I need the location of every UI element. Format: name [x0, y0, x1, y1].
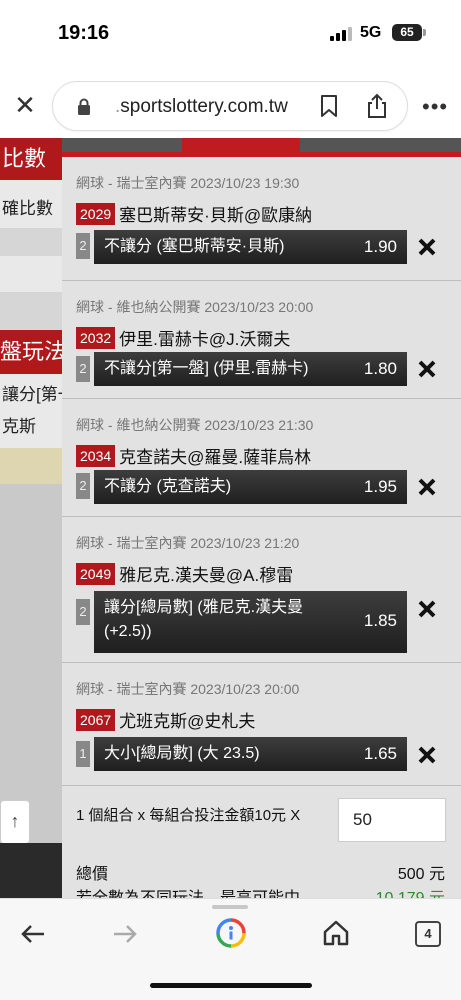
- lp-image: [0, 843, 62, 898]
- signal-icon: [330, 27, 352, 41]
- match-row: 2049 雅尼克.漢夫曼@A.穆雷: [76, 561, 293, 585]
- battery-cap: [423, 29, 426, 36]
- remove-icon[interactable]: [418, 600, 436, 618]
- bet-item: 網球 - 瑞士室內賽 2023/10/23 21:20 2049 雅尼克.漢夫曼@…: [62, 517, 461, 663]
- lock-icon: [78, 98, 90, 115]
- status-time: 19:16: [58, 22, 110, 44]
- selection-odds: 1.90: [363, 237, 397, 256]
- selection-count: 1: [76, 741, 90, 767]
- back-icon[interactable]: [20, 923, 46, 945]
- total-label: 總價: [76, 866, 109, 883]
- match-number: 2049: [76, 562, 116, 585]
- bet-item: 網球 - 維也納公開賽 2023/10/23 21:30 2034 克查諾夫@羅曼…: [62, 399, 461, 517]
- match-number: 2067: [76, 708, 116, 731]
- selection-label: 不讓分 (克查諾夫): [104, 478, 232, 495]
- total-value: 500 元: [397, 866, 445, 883]
- toolbar-handle: [212, 905, 248, 909]
- bet-item: 網球 - 瑞士室內賽 2023/10/23 19:30 2029 塞巴斯蒂安·貝斯…: [62, 157, 461, 281]
- bet-item: 網球 - 維也納公開賽 2023/10/23 20:00 2032 伊里.雷赫卡@…: [62, 281, 461, 399]
- selection-odds: 1.65: [363, 744, 397, 763]
- match-name: 尤班克斯@史札夫: [119, 712, 256, 731]
- background-page: 比數 確比數 盤玩法 讓分[第一 克斯 ↑: [0, 138, 62, 898]
- selection-count: 2: [76, 233, 90, 259]
- selection-box[interactable]: 大小[總局數] (大 23.5) 1.65: [94, 737, 407, 771]
- remove-icon[interactable]: [418, 478, 436, 496]
- remove-icon[interactable]: [418, 360, 436, 378]
- match-row: 2032 伊里.雷赫卡@J.沃爾夫: [76, 325, 290, 349]
- scroll-up-button[interactable]: ↑: [0, 800, 30, 844]
- combo-text: 1 個組合 x 每組合投注金額10元 X: [76, 807, 301, 824]
- selection-odds: 1.80: [363, 359, 397, 378]
- selection-count: 2: [76, 599, 90, 625]
- bet-info: 網球 - 瑞士室內賽 2023/10/23 20:00: [76, 681, 300, 697]
- lp-item: 讓分[第一: [2, 385, 62, 404]
- max-payout-label: 若全數為不同玩法，最高可能中: [76, 884, 300, 898]
- selection-label: 不讓分[第一盤] (伊里.雷赫卡): [104, 360, 309, 377]
- selection-box[interactable]: 不讓分 (塞巴斯蒂安·貝斯) 1.90: [94, 230, 407, 264]
- bet-info: 網球 - 瑞士室內賽 2023/10/23 21:20: [76, 535, 300, 551]
- selection-count: 2: [76, 473, 90, 499]
- selection-label: 讓分[總局數] (雅尼克.漢夫曼 (+2.5)): [104, 599, 304, 640]
- max-payout-value: 10,179 元: [376, 884, 445, 898]
- lp-band: [0, 228, 62, 256]
- tab-strip: [62, 138, 461, 157]
- selection-box[interactable]: 不讓分 (克查諾夫) 1.95: [94, 470, 407, 504]
- match-row: 2034 克查諾夫@羅曼.薩菲烏林: [76, 443, 311, 467]
- selection-odds: 1.85: [363, 611, 397, 630]
- lp-header: 比數: [0, 138, 62, 180]
- selection-box[interactable]: 讓分[總局數] (雅尼克.漢夫曼 (+2.5)) 1.85: [94, 591, 407, 653]
- match-name: 伊里.雷赫卡@J.沃爾夫: [119, 330, 291, 349]
- selection-box[interactable]: 不讓分[第一盤] (伊里.雷赫卡) 1.80: [94, 352, 407, 386]
- url-text: .sportslottery.com.tw: [115, 96, 288, 117]
- bet-info: 網球 - 瑞士室內賽 2023/10/23 19:30: [76, 175, 300, 191]
- bet-item: 網球 - 瑞士室內賽 2023/10/23 20:00 2067 尤班克斯@史札夫…: [62, 663, 461, 786]
- bet-info: 網球 - 維也納公開賽 2023/10/23 20:00: [76, 299, 314, 315]
- match-row: 2029 塞巴斯蒂安·貝斯@歐康納: [76, 201, 312, 225]
- lp-band: [0, 292, 62, 330]
- close-icon[interactable]: ✕: [10, 90, 40, 120]
- share-icon[interactable]: [365, 93, 389, 119]
- lp-item: 克斯: [2, 417, 36, 436]
- match-number: 2032: [76, 326, 116, 349]
- more-icon[interactable]: •••: [422, 94, 448, 120]
- match-number: 2029: [76, 202, 116, 225]
- tab-active[interactable]: [182, 138, 300, 152]
- bet-slip-panel: 網球 - 瑞士室內賽 2023/10/23 19:30 2029 塞巴斯蒂安·貝斯…: [62, 138, 461, 898]
- match-name: 塞巴斯蒂安·貝斯@歐康納: [119, 206, 313, 225]
- address-bar-row: ✕ .sportslottery.com.tw •••: [0, 72, 461, 138]
- network-type: 5G: [360, 24, 382, 41]
- browser-toolbar: 4: [0, 898, 461, 1000]
- bet-summary: 1 個組合 x 每組合投注金額10元 X 總價 500 元 若全數為不同玩法，最…: [62, 786, 461, 898]
- lp-header: 盤玩法: [0, 330, 62, 374]
- tabs-button[interactable]: 4: [415, 921, 441, 947]
- remove-icon[interactable]: [418, 746, 436, 764]
- selection-odds: 1.95: [363, 477, 397, 496]
- match-number: 2034: [76, 444, 116, 467]
- home-indicator: [150, 983, 312, 988]
- address-bar[interactable]: .sportslottery.com.tw: [52, 81, 408, 131]
- lp-item: 確比數: [2, 199, 53, 218]
- status-bar: 19:16 5G 65: [0, 0, 461, 62]
- match-name: 克查諾夫@羅曼.薩菲烏林: [119, 448, 312, 467]
- match-name: 雅尼克.漢夫曼@A.穆雷: [119, 566, 294, 585]
- google-lens-icon[interactable]: [215, 917, 247, 949]
- bet-info: 網球 - 維也納公開賽 2023/10/23 21:30: [76, 417, 314, 433]
- battery-icon: 65: [392, 24, 422, 41]
- lp-band: [0, 256, 62, 292]
- forward-icon[interactable]: [112, 923, 138, 945]
- selection-label: 不讓分 (塞巴斯蒂安·貝斯): [104, 238, 285, 255]
- selection-count: 2: [76, 356, 90, 382]
- lp-band: [0, 448, 62, 484]
- bookmark-icon[interactable]: [319, 94, 339, 118]
- match-row: 2067 尤班克斯@史札夫: [76, 707, 255, 731]
- selection-label: 大小[總局數] (大 23.5): [104, 745, 260, 762]
- remove-icon[interactable]: [418, 238, 436, 256]
- screen: 19:16 5G 65 ✕ .sportslottery.com.tw •••: [0, 0, 461, 1000]
- home-icon[interactable]: [322, 919, 350, 947]
- stake-input[interactable]: [338, 798, 446, 842]
